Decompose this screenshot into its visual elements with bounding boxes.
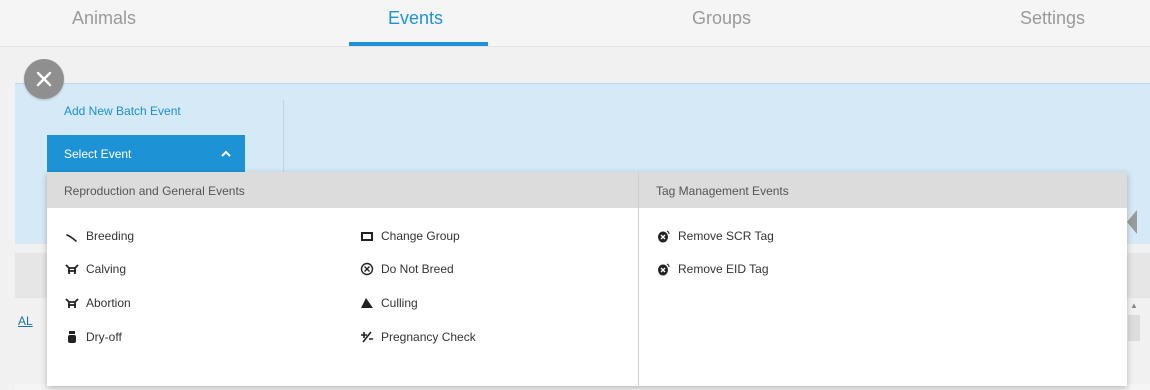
dropdown-header: Reproduction and General Events Tag Mana… — [47, 172, 1127, 208]
panel-title: Add New Batch Event — [64, 104, 181, 118]
scrollbar-thumb[interactable] — [1128, 315, 1140, 341]
menu-item-label: Remove EID Tag — [678, 262, 769, 276]
tab-settings[interactable]: Settings — [1020, 8, 1085, 29]
dry-off-icon — [64, 329, 80, 345]
do-not-breed-icon — [359, 261, 375, 277]
menu-item-calving[interactable]: Calving — [64, 261, 126, 277]
select-event-dropdown[interactable]: Select Event — [47, 135, 245, 172]
remove-tag-icon — [656, 261, 672, 277]
menu-item-label: Breeding — [86, 229, 135, 243]
dropdown-column-divider — [638, 172, 639, 386]
remove-tag-icon — [656, 228, 672, 244]
panel-side-arrow-icon — [1127, 210, 1137, 234]
menu-item-pregnancy-check[interactable]: Pregnancy Check — [359, 329, 476, 345]
select-event-label: Select Event — [64, 146, 132, 161]
tab-groups[interactable]: Groups — [692, 8, 751, 29]
panel-divider — [283, 100, 284, 172]
menu-item-breeding[interactable]: Breeding — [64, 228, 134, 244]
tab-animals[interactable]: Animals — [72, 8, 136, 29]
change-group-icon — [359, 228, 375, 244]
menu-item-label: Calving — [86, 262, 127, 276]
abortion-icon — [64, 295, 80, 311]
chevron-up-icon — [221, 150, 231, 157]
menu-item-label: Pregnancy Check — [381, 330, 476, 344]
menu-item-abortion[interactable]: Abortion — [64, 295, 131, 311]
active-tab-indicator — [349, 42, 488, 46]
reproduction-events-header: Reproduction and General Events — [64, 184, 245, 198]
menu-item-label: Culling — [381, 296, 418, 310]
menu-item-label: Remove SCR Tag — [678, 229, 774, 243]
menu-item-label: Abortion — [86, 296, 131, 310]
menu-item-remove-eid-tag[interactable]: Remove EID Tag — [656, 261, 769, 277]
calving-icon — [64, 261, 80, 277]
top-tab-bar: Animals Events Groups Settings — [0, 0, 1150, 47]
culling-icon — [359, 295, 375, 311]
close-button[interactable] — [24, 59, 64, 99]
menu-item-change-group[interactable]: Change Group — [359, 228, 460, 244]
menu-item-dry-off[interactable]: Dry-off — [64, 329, 122, 345]
menu-item-remove-scr-tag[interactable]: Remove SCR Tag — [656, 228, 774, 244]
all-link[interactable]: AL — [18, 314, 33, 328]
event-dropdown-menu: Reproduction and General Events Tag Mana… — [47, 172, 1127, 386]
tab-events[interactable]: Events — [388, 8, 443, 29]
menu-item-label: Change Group — [381, 229, 460, 243]
menu-item-do-not-breed[interactable]: Do Not Breed — [359, 261, 454, 277]
scroll-up-icon[interactable]: ▲ — [1130, 301, 1138, 310]
breeding-icon — [64, 228, 80, 244]
menu-item-label: Dry-off — [86, 330, 122, 344]
menu-item-culling[interactable]: Culling — [359, 295, 418, 311]
tag-events-header: Tag Management Events — [656, 184, 789, 198]
close-icon — [36, 71, 52, 87]
menu-item-label: Do Not Breed — [381, 262, 454, 276]
pregnancy-check-icon — [359, 329, 375, 345]
